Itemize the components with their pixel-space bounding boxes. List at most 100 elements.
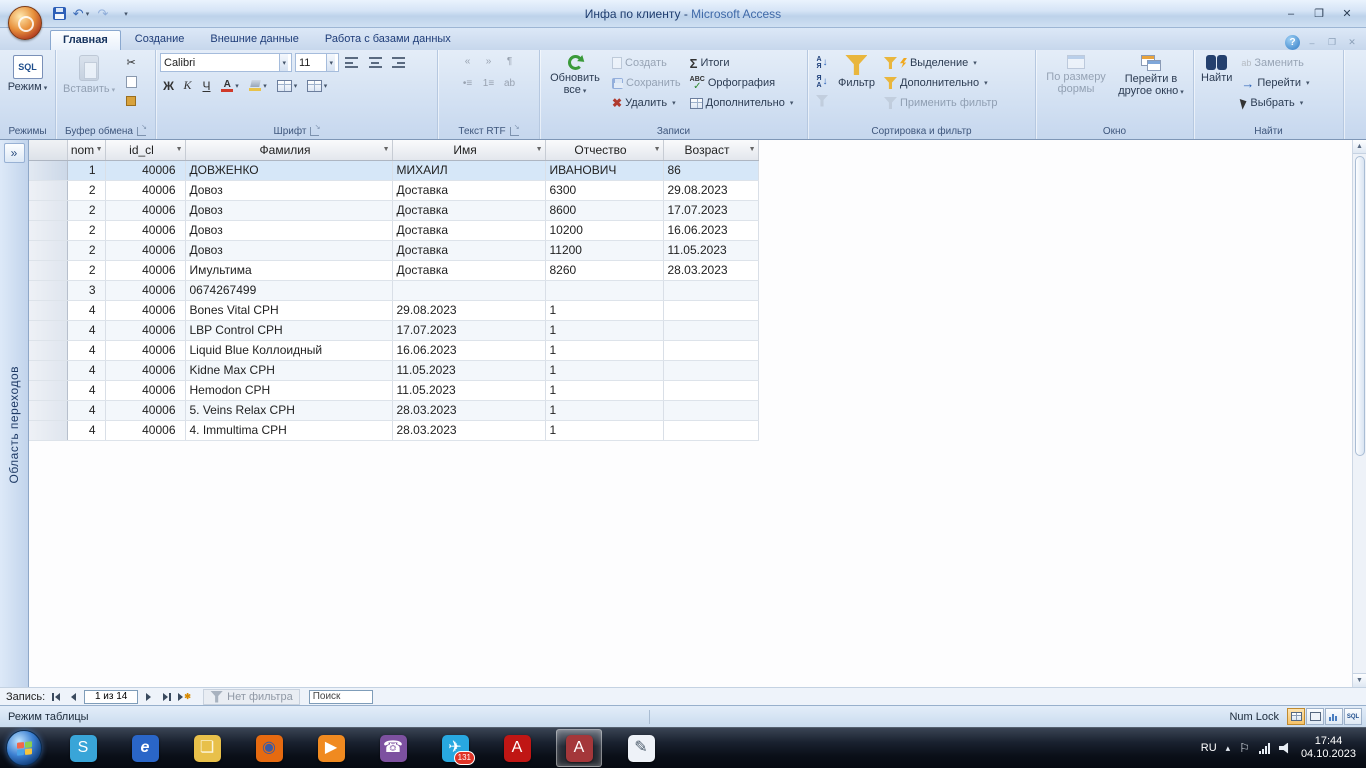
select-all-cell[interactable]	[29, 140, 67, 160]
access-icon[interactable]: A	[556, 729, 602, 767]
scroll-up-icon[interactable]: ▲	[1353, 140, 1366, 154]
cell[interactable]: 4	[67, 420, 105, 440]
cell[interactable]: 40006	[105, 160, 185, 180]
tab-home[interactable]: Главная	[50, 30, 121, 50]
save-record-button[interactable]: Сохранить	[609, 73, 684, 93]
cell[interactable]: Доставка	[392, 220, 545, 240]
sort-descending-button[interactable]: ЯА↓	[812, 72, 832, 91]
cell[interactable]	[663, 340, 758, 360]
dialog-launcher-icon[interactable]	[137, 127, 146, 136]
explorer-folder-icon[interactable]: ❏	[184, 729, 230, 767]
cell[interactable]: 2	[67, 200, 105, 220]
action-center-flag-icon[interactable]: ⚐	[1239, 741, 1250, 755]
cell[interactable]: 4	[67, 380, 105, 400]
new-record-ribbon-button[interactable]: Создать	[609, 53, 684, 73]
cell[interactable]: 40006	[105, 260, 185, 280]
firefox-icon[interactable]: ◉	[246, 729, 292, 767]
filter-button[interactable]: Фильтр	[835, 53, 878, 91]
cell[interactable]: 40006	[105, 300, 185, 320]
cell[interactable]: 11.05.2023	[663, 240, 758, 260]
cell[interactable]: Kidne Max CPH	[185, 360, 392, 380]
bullets-button[interactable]: •≡	[459, 75, 477, 92]
viber-icon[interactable]: ☎	[370, 729, 416, 767]
save-button[interactable]	[50, 5, 68, 23]
customize-qat-button[interactable]: ▾	[116, 5, 134, 23]
row-selector[interactable]	[29, 400, 67, 420]
increase-indent-button[interactable]: »	[480, 53, 498, 70]
align-left-button[interactable]	[342, 53, 362, 72]
cell[interactable]: 40006	[105, 200, 185, 220]
find-button[interactable]: Найти	[1198, 53, 1235, 86]
fill-color-button[interactable]: ▾	[245, 76, 271, 95]
volume-icon[interactable]	[1279, 743, 1292, 754]
child-close-button[interactable]: ✕	[1344, 36, 1360, 49]
dialog-launcher-icon[interactable]	[510, 127, 519, 136]
align-center-button[interactable]	[365, 53, 385, 72]
tray-expand-icon[interactable]: ▴	[1226, 743, 1231, 754]
row-selector[interactable]	[29, 180, 67, 200]
skype-icon[interactable]: S	[60, 729, 106, 767]
cell[interactable]: 40006	[105, 320, 185, 340]
advanced-filter-button[interactable]: Дополнительно▾	[881, 73, 1001, 93]
start-button[interactable]	[6, 730, 42, 766]
media-player-icon[interactable]: ▶	[308, 729, 354, 767]
cell[interactable]: 5. Veins Relax CPH	[185, 400, 392, 420]
paste-button[interactable]: Вставить▾	[60, 53, 118, 99]
record-position-input[interactable]	[84, 690, 138, 704]
cell[interactable]	[663, 360, 758, 380]
cell[interactable]: 2	[67, 220, 105, 240]
cell[interactable]: 28.03.2023	[392, 420, 545, 440]
more-records-button[interactable]: Дополнительно▾	[687, 93, 797, 113]
alternate-fill-button[interactable]: ▾	[303, 76, 331, 95]
language-indicator[interactable]: RU	[1201, 742, 1217, 754]
cell[interactable]: Довоз	[185, 240, 392, 260]
italic-button[interactable]: К	[179, 76, 196, 95]
telegram-icon[interactable]: ✈131	[432, 729, 478, 767]
row-selector[interactable]	[29, 380, 67, 400]
row-selector[interactable]	[29, 220, 67, 240]
cell[interactable]: ДОВЖЕНКО	[185, 160, 392, 180]
cell[interactable]	[663, 280, 758, 300]
cell[interactable]: 4. Immultima CPH	[185, 420, 392, 440]
cell[interactable]	[663, 300, 758, 320]
cell[interactable]: 1	[67, 160, 105, 180]
format-painter-button[interactable]	[121, 91, 141, 110]
cell[interactable]: 1	[545, 400, 663, 420]
cell[interactable]: 4	[67, 400, 105, 420]
cell[interactable]: Hemodon CPH	[185, 380, 392, 400]
cell[interactable]: 4	[67, 340, 105, 360]
next-record-button[interactable]	[141, 690, 156, 703]
view-button[interactable]: SQL Режим▾	[5, 53, 50, 97]
tab-create[interactable]: Создание	[123, 30, 197, 50]
cell[interactable]: Liquid Blue Коллоидный	[185, 340, 392, 360]
cell[interactable]: 40006	[105, 240, 185, 260]
sort-ascending-button[interactable]: АЯ↓	[812, 53, 832, 72]
cell[interactable]: 16.06.2023	[663, 220, 758, 240]
underline-button[interactable]: Ч	[198, 76, 215, 95]
copy-button[interactable]	[121, 72, 141, 91]
cell[interactable]: LBP Control CPH	[185, 320, 392, 340]
align-right-button[interactable]	[388, 53, 408, 72]
cell[interactable]	[663, 420, 758, 440]
help-icon[interactable]: ?	[1285, 35, 1300, 50]
no-filter-button[interactable]: Нет фильтра	[203, 689, 300, 705]
search-input[interactable]	[309, 690, 373, 704]
dialog-launcher-icon[interactable]	[310, 127, 319, 136]
cell[interactable]: 1	[545, 340, 663, 360]
vertical-scrollbar[interactable]: ▲ ▼	[1352, 140, 1366, 687]
scrollbar-thumb[interactable]	[1355, 156, 1365, 456]
cell[interactable]: 28.03.2023	[663, 260, 758, 280]
cell[interactable]: 11.05.2023	[392, 380, 545, 400]
cell[interactable]: 3	[67, 280, 105, 300]
child-restore-button[interactable]: ❐	[1324, 36, 1340, 49]
row-selector[interactable]	[29, 240, 67, 260]
tab-external-data[interactable]: Внешние данные	[198, 30, 310, 50]
font-color-button[interactable]: А▾	[217, 76, 243, 95]
cell[interactable]: 11.05.2023	[392, 360, 545, 380]
cell[interactable]: ИВАНОВИЧ	[545, 160, 663, 180]
cell[interactable]: 40006	[105, 380, 185, 400]
row-selector[interactable]	[29, 300, 67, 320]
cell[interactable]: 40006	[105, 220, 185, 240]
cell[interactable]: 1	[545, 360, 663, 380]
decrease-indent-button[interactable]: «	[459, 53, 477, 70]
